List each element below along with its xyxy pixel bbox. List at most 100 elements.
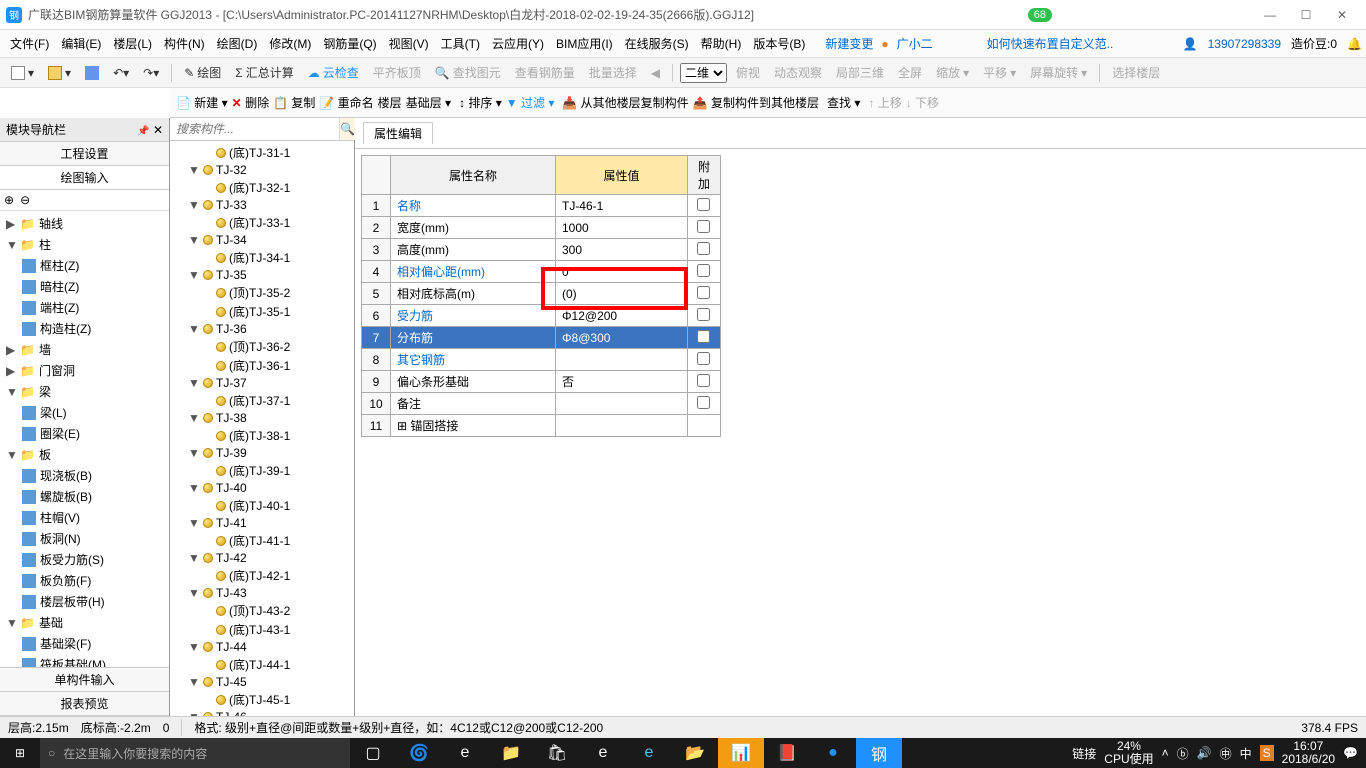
property-row[interactable]: 2宽度(mm)1000 <box>362 217 721 239</box>
taskbar-search[interactable]: ○ 在这里输入你要搜索的内容 <box>40 738 350 768</box>
property-row[interactable]: 10备注 <box>362 393 721 415</box>
menu-item[interactable]: 版本号(B) <box>747 34 811 54</box>
draw-button[interactable]: ✎ 绘图 <box>179 62 226 83</box>
search-input[interactable] <box>170 118 339 140</box>
component-node[interactable]: (顶)TJ-36-2 <box>170 337 354 356</box>
move-up-button[interactable]: ↑ 上移 <box>868 94 901 111</box>
component-node[interactable]: (底)TJ-44-1 <box>170 655 354 674</box>
edge2-icon[interactable]: e <box>580 738 626 768</box>
find-button[interactable]: 查找 ▾ <box>827 94 860 111</box>
property-row[interactable]: 3高度(mm)300 <box>362 239 721 261</box>
move-down-button[interactable]: ↓ 下移 <box>906 94 939 111</box>
property-row[interactable]: 1名称TJ-46-1 <box>362 195 721 217</box>
bell-icon[interactable]: 🔔 <box>1347 37 1362 51</box>
extra-checkbox[interactable] <box>697 198 710 211</box>
property-row[interactable]: 7分布筋Φ8@300 <box>362 327 721 349</box>
extra-checkbox[interactable] <box>697 220 710 233</box>
find-img-button[interactable]: 🔍 查找图元 <box>430 62 506 83</box>
copy-button[interactable]: 📋 复制 <box>273 94 315 111</box>
nav-node[interactable]: 板负筋(F) <box>0 570 169 591</box>
tray-notifications-icon[interactable]: 💬 <box>1343 746 1358 760</box>
notification-badge[interactable]: 68 <box>1028 8 1052 22</box>
menu-item[interactable]: 修改(M) <box>263 34 317 54</box>
nav-node[interactable]: 楼层板带(H) <box>0 591 169 612</box>
copy-to-floor-button[interactable]: 📤 复制构件到其他楼层 <box>693 94 819 111</box>
minimize-button[interactable]: — <box>1252 3 1288 27</box>
filter-button[interactable]: ▼ 过滤 ▾ <box>506 94 555 111</box>
tray-sogou-icon[interactable]: S <box>1260 745 1274 761</box>
property-row[interactable]: 4相对偏心距(mm)0 <box>362 261 721 283</box>
view-steel-button[interactable]: 查看钢筋量 <box>510 62 580 83</box>
menu-item[interactable]: 构件(N) <box>158 34 211 54</box>
nav-node[interactable]: 基础梁(F) <box>0 633 169 654</box>
extra-checkbox[interactable] <box>697 308 710 321</box>
component-node[interactable]: ▼TJ-32 <box>170 162 354 178</box>
component-node[interactable]: ▼TJ-36 <box>170 321 354 337</box>
nav-node[interactable]: 板洞(N) <box>0 528 169 549</box>
component-node[interactable]: (底)TJ-32-1 <box>170 178 354 197</box>
component-node[interactable]: ▼TJ-33 <box>170 197 354 213</box>
menu-item[interactable]: 视图(V) <box>383 34 435 54</box>
component-node[interactable]: (底)TJ-34-1 <box>170 248 354 267</box>
extra-checkbox[interactable] <box>697 286 710 299</box>
nav-node[interactable]: 暗柱(Z) <box>0 276 169 297</box>
redo-button[interactable]: ↷▾ <box>138 64 164 82</box>
component-node[interactable]: (底)TJ-43-1 <box>170 620 354 639</box>
component-node[interactable]: ▼TJ-35 <box>170 267 354 283</box>
menu-item[interactable]: 工具(T) <box>435 34 486 54</box>
component-node[interactable]: (顶)TJ-35-2 <box>170 283 354 302</box>
nav-node[interactable]: ▶📁墙 <box>0 339 169 360</box>
nav-node[interactable]: 框柱(Z) <box>0 255 169 276</box>
tray-ime-icon[interactable]: 中 <box>1240 745 1252 762</box>
taskbar-app-1[interactable]: 🌀 <box>396 738 442 768</box>
dimension-select[interactable]: 二维 <box>680 63 727 83</box>
pin-icon[interactable]: 📌 <box>137 126 149 137</box>
save-button[interactable] <box>80 64 104 82</box>
new-component-button[interactable]: 📄 新建 ▾ <box>176 94 228 111</box>
property-edit-tab[interactable]: 属性编辑 <box>363 122 433 144</box>
sort-button[interactable]: ↕ 排序 ▾ <box>459 94 502 111</box>
batch-select-button[interactable]: 批量选择 <box>584 62 642 83</box>
collapse-icon[interactable]: ⊖ <box>20 193 30 207</box>
maximize-button[interactable]: ☐ <box>1288 3 1324 27</box>
select-floor-button[interactable]: 选择楼层 <box>1107 62 1165 83</box>
tray-lang-icon[interactable]: ㊥ <box>1220 745 1232 762</box>
flat-top-button[interactable]: 平齐板顶 <box>368 62 426 83</box>
zoom-button[interactable]: 缩放 ▾ <box>931 62 974 83</box>
nav-node[interactable]: 圈梁(E) <box>0 423 169 444</box>
component-node[interactable]: ▼TJ-38 <box>170 410 354 426</box>
menu-item[interactable]: 云应用(Y) <box>486 34 550 54</box>
component-node[interactable]: ▼TJ-34 <box>170 232 354 248</box>
menu-item[interactable]: 绘图(D) <box>211 34 264 54</box>
open-button[interactable]: ▾ <box>43 64 76 82</box>
component-node[interactable]: (底)TJ-31-1 <box>170 143 354 162</box>
menu-item[interactable]: 钢筋量(Q) <box>317 34 382 54</box>
tab-project-settings[interactable]: 工程设置 <box>0 142 169 166</box>
extra-checkbox[interactable] <box>697 330 710 343</box>
edge-icon[interactable]: e <box>442 738 488 768</box>
nav-node[interactable]: ▼📁基础 <box>0 612 169 633</box>
menu-item[interactable]: 楼层(L) <box>107 34 158 54</box>
component-node[interactable]: (底)TJ-41-1 <box>170 531 354 550</box>
component-node[interactable]: (底)TJ-37-1 <box>170 391 354 410</box>
nav-node[interactable]: 筏板基础(M) <box>0 654 169 667</box>
component-node[interactable]: (底)TJ-35-1 <box>170 302 354 321</box>
current-app-icon[interactable]: 钢 <box>856 738 902 768</box>
delete-button[interactable]: ✕ 删除 <box>232 94 269 111</box>
base-floor-button[interactable]: 基础层 ▾ <box>406 94 451 111</box>
nav-node[interactable]: 螺旋板(B) <box>0 486 169 507</box>
nav-tree[interactable]: ▶📁轴线▼📁柱框柱(Z)暗柱(Z)端柱(Z)构造柱(Z)▶📁墙▶📁门窗洞▼📁梁梁… <box>0 211 169 667</box>
rotate-button[interactable]: 屏幕旋转 ▾ <box>1025 62 1092 83</box>
nav-node[interactable]: 构造柱(Z) <box>0 318 169 339</box>
store-icon[interactable]: 🛍 <box>534 738 580 768</box>
tray-bluetooth-icon[interactable]: ⓑ <box>1177 745 1189 762</box>
component-node[interactable]: (顶)TJ-43-2 <box>170 601 354 620</box>
tray-up-icon[interactable]: ˄ <box>1162 746 1169 760</box>
component-node[interactable]: ▼TJ-42 <box>170 550 354 566</box>
menu-item[interactable]: 文件(F) <box>4 34 55 54</box>
dynamic-view-button[interactable]: 动态观察 <box>769 62 827 83</box>
explorer-icon[interactable]: 📁 <box>488 738 534 768</box>
menu-item[interactable]: 编辑(E) <box>55 34 107 54</box>
tab-single-component[interactable]: 单构件输入 <box>0 668 169 692</box>
taskbar-app-5[interactable]: ● <box>810 738 856 768</box>
